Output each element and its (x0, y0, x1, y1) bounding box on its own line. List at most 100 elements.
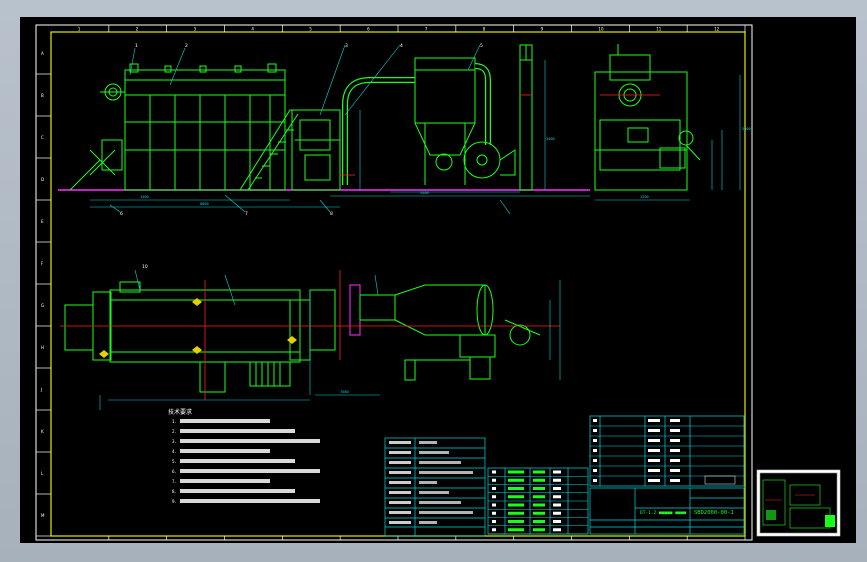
rev-label-block (389, 441, 411, 444)
zone-letter: J (40, 387, 42, 392)
part-balloon: 1 (135, 43, 138, 49)
zone-number: 6 (367, 27, 370, 32)
zone-letter: M (41, 513, 45, 518)
comp-no (593, 439, 597, 442)
part-balloon: 3 (345, 43, 348, 49)
part-balloon: 6 (120, 211, 123, 217)
rev-value-block (419, 511, 473, 514)
zone-number: 1 (78, 27, 81, 32)
bom-no (492, 495, 496, 499)
rev-value-block (419, 441, 437, 444)
bom-no (492, 528, 496, 532)
dimension-label: 1500 (140, 195, 149, 199)
zone-letter: B (41, 93, 44, 98)
bom-qty (553, 487, 561, 490)
comp-qty (670, 439, 680, 442)
zone-number: 3 (194, 27, 197, 32)
dimension-label: 3400 (546, 137, 555, 141)
comp-no (593, 419, 597, 422)
comp-no (593, 469, 597, 472)
bom-qty (553, 503, 561, 507)
rev-value-block (419, 481, 437, 484)
bom-qty (553, 495, 561, 499)
rev-value-block (419, 451, 449, 454)
note-line: 6. (172, 469, 177, 474)
note-text-block (180, 479, 270, 483)
drawing-number: SBD2000-00-1 (694, 510, 734, 516)
bom-name (533, 478, 545, 482)
dimension-label: 1200 (640, 195, 649, 199)
bom-code (508, 528, 524, 532)
bom-no (492, 511, 496, 515)
note-text-block (180, 429, 295, 433)
technical-notes: 技术要求 (168, 408, 192, 416)
bom-no (492, 470, 496, 474)
bom-code (508, 511, 524, 515)
note-text-block (180, 459, 295, 463)
bom-qty (553, 520, 561, 523)
zone-letter: H (41, 345, 44, 350)
note-line: 1. (172, 419, 177, 424)
bom-name (533, 470, 545, 474)
note-line: 3. (172, 439, 177, 444)
note-text-block (180, 449, 270, 453)
bom-code (508, 495, 524, 499)
bom-code (508, 470, 524, 474)
note-line: 9. (172, 499, 177, 504)
bom-no (492, 487, 496, 490)
zone-letter: K (41, 429, 44, 434)
note-text-block (180, 469, 320, 473)
zone-number: 4 (251, 27, 254, 32)
zone-number: 9 (541, 27, 544, 32)
comp-no (593, 449, 597, 452)
dimension-label: 3000 (742, 127, 751, 131)
comp-qty (670, 469, 680, 472)
note-line: 5. (172, 459, 177, 464)
dimension-label: 8800 (200, 202, 209, 206)
title-subtitle: DT-1.2 ■■■■■ ■■■■ (640, 510, 686, 516)
comp-qty (670, 479, 680, 482)
zone-letter: C (41, 135, 44, 140)
rev-label-block (389, 511, 411, 514)
part-balloon: 8 (330, 211, 333, 217)
rev-value-block (419, 521, 437, 524)
bom-name (533, 495, 545, 499)
bom-code (508, 503, 524, 507)
bom-no (492, 478, 496, 482)
zone-number: 12 (714, 27, 720, 32)
rev-label-block (389, 491, 411, 494)
dimension-label: 7580 (340, 390, 349, 394)
rev-label-block (389, 471, 411, 474)
part-balloon: 2 (185, 43, 188, 49)
zone-letter: A (41, 51, 44, 56)
rev-value-block (419, 461, 461, 464)
cad-viewport[interactable]: 123456789101112 ABCDEFGHJKLM (0, 0, 867, 562)
rev-value-block (419, 491, 449, 494)
rev-value-block (419, 471, 473, 474)
note-line: 4. (172, 449, 177, 454)
layout-thumbnail (756, 469, 841, 537)
comp-no (593, 459, 597, 462)
bom-no (492, 520, 496, 523)
bom-qty (553, 478, 561, 482)
part-balloon: 5 (480, 43, 483, 49)
zone-number: 11 (656, 27, 662, 32)
note-text-block (180, 439, 320, 443)
bom-code (508, 478, 524, 482)
bom-qty (553, 470, 561, 474)
bom-name (533, 503, 545, 507)
bom-name (533, 528, 545, 532)
rev-label-block (389, 521, 411, 524)
zone-letter: G (41, 303, 44, 308)
comp-name (648, 419, 660, 422)
rev-label-block (389, 461, 411, 464)
bom-name (533, 487, 545, 490)
zone-letter: D (41, 177, 44, 182)
comp-qty (670, 419, 680, 422)
part-balloon: 10 (142, 264, 148, 270)
comp-name (648, 429, 660, 432)
comp-qty (670, 449, 680, 452)
comp-no (593, 479, 597, 482)
note-text-block (180, 489, 295, 493)
comp-name (648, 479, 660, 482)
